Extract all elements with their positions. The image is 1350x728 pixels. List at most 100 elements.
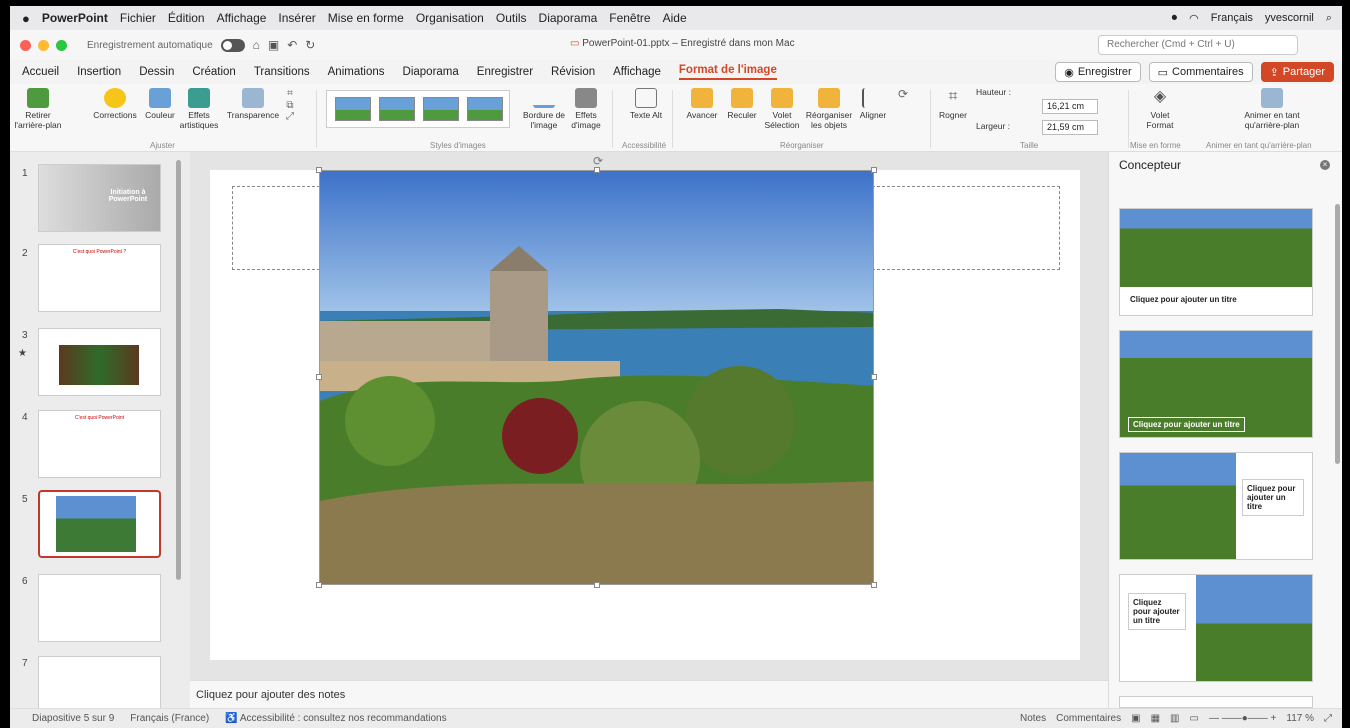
animate-as-background-button[interactable]: Animer en tant qu'arrière-plan: [1232, 88, 1312, 131]
close-window-button[interactable]: [20, 39, 31, 51]
slide-thumb-6[interactable]: [38, 574, 161, 642]
slideshow-icon[interactable]: ▭: [1189, 713, 1198, 724]
width-input[interactable]: 21,59 cm: [1042, 120, 1098, 135]
menu-organisation[interactable]: Organisation: [416, 11, 484, 25]
selected-picture[interactable]: [319, 170, 874, 585]
resize-handle[interactable]: [871, 582, 877, 588]
comments-button[interactable]: ▭ Commentaires: [1148, 62, 1253, 82]
rotate-handle-icon[interactable]: ⟳: [593, 154, 603, 168]
fit-to-window-icon[interactable]: ⤢: [1324, 713, 1332, 724]
share-button[interactable]: ⇪ Partager: [1260, 62, 1334, 82]
record-status-icon[interactable]: ⏺: [1172, 12, 1178, 25]
resize-handle[interactable]: [316, 167, 322, 173]
remove-background-button[interactable]: Retirer l'arrière-plan: [14, 88, 62, 131]
tab-diaporama[interactable]: Diaporama: [403, 66, 459, 78]
notes-toggle[interactable]: Notes: [1020, 713, 1046, 724]
menu-app-name[interactable]: PowerPoint: [42, 11, 108, 25]
tab-accueil[interactable]: Accueil: [22, 66, 59, 78]
send-backward-button[interactable]: Reculer: [722, 88, 762, 121]
design-idea-5[interactable]: [1119, 696, 1313, 708]
design-idea-1[interactable]: Cliquez pour ajouter un titre: [1119, 208, 1313, 316]
thumbnails-scrollbar[interactable]: [176, 160, 181, 580]
comments-toggle[interactable]: Commentaires: [1056, 713, 1121, 724]
zoom-window-button[interactable]: [56, 39, 67, 51]
resize-handle[interactable]: [316, 582, 322, 588]
menu-aide[interactable]: Aide: [663, 11, 687, 25]
menu-diaporama[interactable]: Diaporama: [539, 11, 598, 25]
apple-icon[interactable]: ●: [22, 11, 30, 26]
slide-thumb-3[interactable]: [38, 328, 161, 396]
menu-affichage[interactable]: Affichage: [217, 11, 267, 25]
search-icon[interactable]: ⌕: [1326, 12, 1332, 25]
bring-forward-button[interactable]: Avancer: [682, 88, 722, 121]
home-icon[interactable]: ⌂: [253, 38, 260, 52]
menu-fichier[interactable]: Fichier: [120, 11, 156, 25]
undo-icon[interactable]: ↶: [287, 38, 297, 52]
resize-handle[interactable]: [871, 167, 877, 173]
input-language[interactable]: Français: [1211, 12, 1253, 24]
style-thumb-3[interactable]: [423, 97, 459, 121]
menu-mise-en-forme[interactable]: Mise en forme: [328, 11, 404, 25]
transparence-button[interactable]: Transparence: [226, 88, 280, 121]
slide-thumb-5[interactable]: [38, 490, 161, 558]
menu-fenetre[interactable]: Fenêtre: [609, 11, 650, 25]
autosave-toggle[interactable]: [220, 38, 245, 52]
design-idea-4[interactable]: Cliquez pour ajouter un titre: [1119, 574, 1313, 682]
tab-affichage[interactable]: Affichage: [613, 66, 661, 78]
tab-creation[interactable]: Création: [192, 66, 235, 78]
tab-revision[interactable]: Révision: [551, 66, 595, 78]
tab-insertion[interactable]: Insertion: [77, 66, 121, 78]
effets-artistiques-button[interactable]: Effets artistiques: [178, 88, 220, 131]
minimize-window-button[interactable]: [38, 39, 49, 51]
tab-format-image[interactable]: Format de l'image: [678, 64, 777, 80]
resize-handle[interactable]: [594, 582, 600, 588]
search-input[interactable]: Rechercher (Cmd + Ctrl + U): [1098, 35, 1298, 55]
couleur-button[interactable]: Couleur: [140, 88, 180, 121]
alt-text-button[interactable]: Texte Alt: [626, 88, 666, 121]
slide-thumb-4[interactable]: C'est quoi PowerPoint: [38, 410, 161, 478]
zoom-level[interactable]: 117 %: [1286, 713, 1314, 724]
compress-pictures-button[interactable]: ⌗ ⧉ ⤢: [280, 88, 300, 141]
tab-animations[interactable]: Animations: [328, 66, 385, 78]
notes-pane[interactable]: Cliquez pour ajouter des notes: [190, 680, 1108, 708]
record-button[interactable]: ◉ Enregistrer: [1055, 62, 1141, 82]
wifi-icon[interactable]: ◠: [1189, 12, 1199, 25]
crop-button[interactable]: ⌗ Rogner: [936, 88, 970, 121]
reorder-objects-button[interactable]: Réorganiser les objets: [804, 88, 854, 131]
menu-outils[interactable]: Outils: [496, 11, 527, 25]
slide-thumb-2[interactable]: C'est quoi PowerPoint ?: [38, 244, 161, 312]
designer-scrollbar[interactable]: [1335, 204, 1340, 464]
close-icon[interactable]: ×: [1320, 160, 1330, 170]
language-status[interactable]: Français (France): [130, 713, 209, 724]
style-thumb-1[interactable]: [335, 97, 371, 121]
align-button[interactable]: Aligner: [856, 88, 890, 121]
slide-sorter-icon[interactable]: ▦: [1151, 713, 1160, 724]
rotate-button[interactable]: ⟳: [890, 87, 916, 111]
normal-view-icon[interactable]: ▣: [1131, 713, 1140, 724]
corrections-button[interactable]: Corrections: [90, 88, 140, 121]
effets-image-button[interactable]: Effets d'image: [566, 88, 606, 131]
tab-enregistrer[interactable]: Enregistrer: [477, 66, 533, 78]
resize-handle[interactable]: [871, 374, 877, 380]
style-thumb-4[interactable]: [467, 97, 503, 121]
format-pane-button[interactable]: ◈ Volet Format: [1138, 88, 1182, 131]
menu-edition[interactable]: Édition: [168, 11, 205, 25]
menu-inserer[interactable]: Insérer: [278, 11, 315, 25]
tab-transitions[interactable]: Transitions: [254, 66, 310, 78]
reading-view-icon[interactable]: ▥: [1170, 713, 1179, 724]
username[interactable]: yvescornil: [1265, 12, 1314, 24]
zoom-slider[interactable]: — ——●—— +: [1209, 713, 1276, 724]
picture-styles-gallery[interactable]: [326, 90, 510, 128]
bordure-button[interactable]: Bordure de l'image: [520, 88, 568, 131]
height-input[interactable]: 16,21 cm: [1042, 99, 1098, 114]
design-idea-2[interactable]: Cliquez pour ajouter un titre: [1119, 330, 1313, 438]
accessibility-status[interactable]: ♿ Accessibilité : consultez nos recomman…: [225, 713, 446, 724]
design-idea-3[interactable]: Cliquez pour ajouter un titre: [1119, 452, 1313, 560]
style-thumb-2[interactable]: [379, 97, 415, 121]
slide-thumb-1[interactable]: Initiation à PowerPoint: [38, 164, 161, 232]
resize-handle[interactable]: [316, 374, 322, 380]
save-icon[interactable]: ▣: [268, 38, 279, 52]
tab-dessin[interactable]: Dessin: [139, 66, 174, 78]
selection-pane-button[interactable]: Volet Sélection: [762, 88, 802, 131]
redo-icon[interactable]: ↻: [305, 38, 315, 52]
